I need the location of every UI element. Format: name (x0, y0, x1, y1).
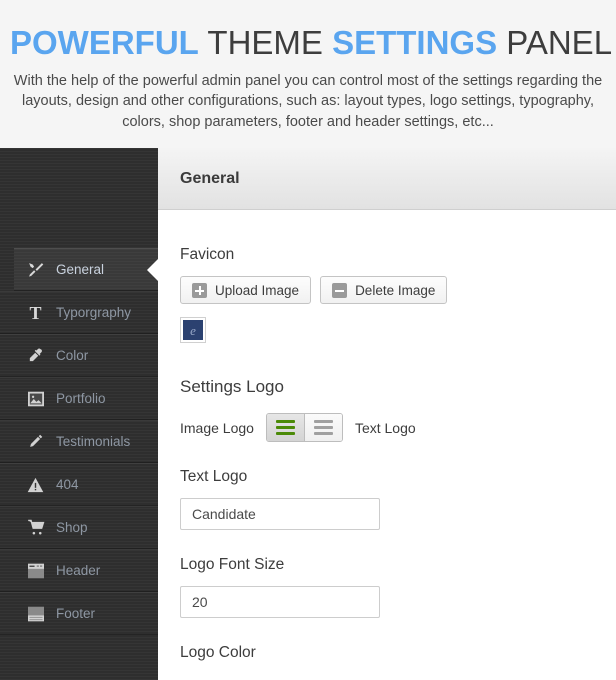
pencil-icon (26, 432, 45, 451)
footer-layout-icon (26, 604, 45, 623)
sidebar-item-portfolio[interactable]: Portfolio (0, 377, 158, 420)
sidebar-item-label: Typorgraphy (56, 305, 132, 320)
text-logo-label: Text Logo (354, 419, 416, 436)
text-logo-field-label: Text Logo (180, 468, 248, 485)
minus-icon (332, 282, 348, 298)
sidebar-item-typography[interactable]: T Typorgraphy (0, 291, 158, 334)
favicon-button-row: Upload Image Delete Image (180, 276, 594, 304)
page-banner: POWERFUL THEME SETTINGS PANEL With the h… (0, 0, 616, 148)
sidebar-item-label: Footer (56, 606, 96, 621)
content-header-title: General (180, 169, 240, 187)
plus-icon (192, 282, 207, 298)
logo-font-size-input[interactable] (180, 586, 380, 618)
toggle-image-logo[interactable] (266, 414, 305, 441)
page-title-part-theme: THEME (207, 24, 323, 61)
sidebar-item-shop[interactable]: Shop (0, 506, 158, 549)
logo-type-toggle[interactable] (265, 413, 343, 442)
sidebar-item-label: Portfolio (56, 391, 106, 406)
sidebar-item-label: 404 (56, 477, 79, 492)
page-subtitle: With the help of the powerful admin pane… (13, 72, 603, 130)
upload-image-label: Upload Image (215, 282, 300, 298)
header-layout-icon (26, 561, 45, 580)
favicon-preview[interactable]: e (180, 317, 206, 343)
toggle-text-logo[interactable] (304, 414, 342, 441)
page-title-part-powerful: POWERFUL (10, 24, 199, 61)
toggle-bar (275, 426, 295, 429)
toggle-bar (275, 420, 295, 423)
sidebar-item-color[interactable]: Color (0, 334, 158, 377)
sidebar-item-header[interactable]: Header (0, 549, 158, 592)
delete-image-label: Delete Image (355, 282, 436, 298)
logo-font-size-field-label: Logo Font Size (180, 556, 285, 573)
picture-icon (26, 389, 45, 408)
sidebar: General T Typorgraphy Color Portfolio Te… (0, 148, 158, 680)
toggle-bar (313, 420, 333, 423)
wrench-screwdriver-icon (26, 260, 45, 279)
toggle-bar (313, 432, 333, 435)
toggle-bar (313, 426, 333, 429)
sidebar-item-testimonials[interactable]: Testimonials (0, 420, 158, 463)
text-logo-input[interactable] (180, 498, 380, 530)
content-panel: General Favicon Upload Image Delete Imag… (158, 148, 616, 680)
page-title-part-settings: SETTINGS (332, 24, 498, 61)
app-shell: General T Typorgraphy Color Portfolio Te… (0, 148, 616, 680)
sidebar-item-label: General (56, 262, 105, 277)
delete-image-button[interactable]: Delete Image (320, 276, 448, 304)
image-logo-label: Image Logo (180, 419, 254, 436)
page-title: POWERFUL THEME SETTINGS PANEL (10, 24, 612, 61)
sidebar-item-label: Testimonials (56, 434, 131, 449)
settings-logo-toggle-row: Image Logo Text Logo (180, 413, 594, 442)
eyedropper-icon (26, 346, 45, 365)
sidebar-item-label: Color (56, 348, 89, 363)
shopping-cart-icon (26, 518, 45, 537)
sidebar-item-404[interactable]: 404 (0, 463, 158, 506)
toggle-bar (275, 432, 295, 435)
upload-image-button[interactable]: Upload Image (180, 276, 312, 304)
content-header: General (158, 148, 616, 210)
favicon-label: Favicon (180, 246, 235, 263)
settings-logo-label: Settings Logo (180, 377, 284, 396)
favicon-preview-glyph: e (183, 320, 203, 340)
sidebar-item-footer[interactable]: Footer (0, 592, 158, 635)
sidebar-item-general[interactable]: General (14, 248, 158, 291)
text-t-icon: T (29, 302, 42, 323)
sidebar-item-label: Shop (56, 520, 88, 535)
content-body: Favicon Upload Image Delete Image e Sett… (158, 210, 616, 662)
warning-triangle-icon (26, 475, 45, 494)
logo-color-field-label: Logo Color (180, 644, 256, 661)
sidebar-item-label: Header (56, 563, 101, 578)
page-title-part-panel: PANEL (506, 24, 613, 61)
